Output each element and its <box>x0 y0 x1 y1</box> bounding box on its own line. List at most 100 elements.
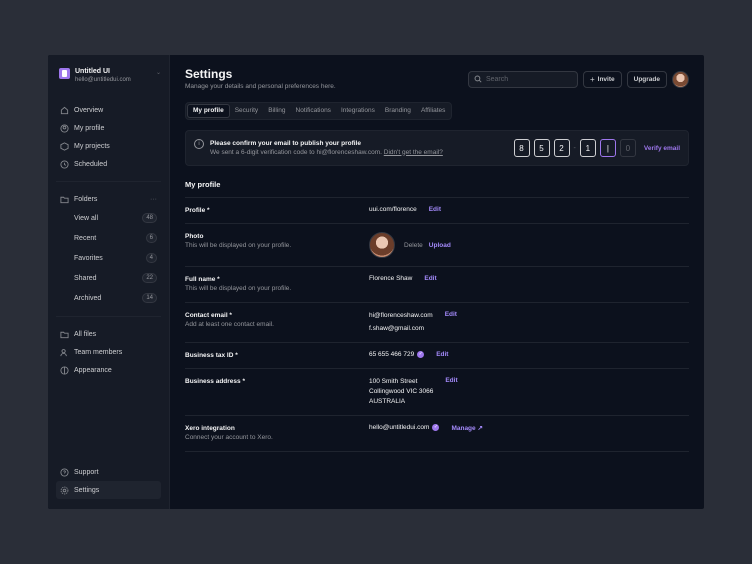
contact-email-row: Contact email * Add at least one contact… <box>185 303 689 343</box>
edit-name-button[interactable]: Edit <box>424 275 436 282</box>
sidebar-item-all-files[interactable]: All files <box>56 325 161 343</box>
code-digit[interactable]: 8 <box>513 139 530 157</box>
edit-tax-id-button[interactable]: Edit <box>436 351 448 358</box>
alert-description: We sent a 6-digit verification code to h… <box>210 148 443 158</box>
code-digit[interactable]: 2 <box>553 139 570 157</box>
brand-name: Untitled UI <box>75 68 110 75</box>
page-title: Settings <box>185 67 233 81</box>
field-label: Profile * <box>185 207 210 214</box>
field-label: Photo <box>185 233 204 240</box>
folder-label: Recent <box>74 234 97 242</box>
count-badge: 22 <box>142 273 157 283</box>
field-hint: This will be displayed on your profile. <box>185 285 292 292</box>
sidebar-item-label: Support <box>74 468 99 476</box>
folder-item-favorites[interactable]: Favorites 4 <box>56 248 161 268</box>
workspace-switcher[interactable]: Untitled UI hello@untitledui.com ⌄ <box>48 55 169 95</box>
profile-url: uui.com/florence <box>369 206 417 213</box>
folder-label: View all <box>74 214 98 222</box>
avatar[interactable] <box>672 70 689 88</box>
tab-integrations[interactable]: Integrations <box>336 104 380 118</box>
code-digit-active[interactable]: | <box>599 139 616 157</box>
contact-email-secondary: f.shaw@gmail.com <box>369 325 425 332</box>
tab-affiliates[interactable]: Affiliates <box>416 104 450 118</box>
edit-profile-button[interactable]: Edit <box>429 206 441 213</box>
tab-my-profile[interactable]: My profile <box>187 104 230 118</box>
code-digit[interactable]: 1 <box>579 139 596 157</box>
alert-desc-text: We sent a 6-digit verification code to h… <box>210 148 382 156</box>
address-line: 100 Smith Street <box>369 378 418 385</box>
verified-check-icon: ✓ <box>432 424 440 431</box>
search-placeholder: Search <box>485 75 509 83</box>
folder-item-archived[interactable]: Archived 14 <box>56 288 161 308</box>
folder-item-recent[interactable]: Recent 6 <box>56 228 161 248</box>
manage-xero-link[interactable]: Manage ↗ <box>451 424 482 432</box>
folders-nav: Folders ··· View all 48 Recent 6 Favorit… <box>48 190 169 308</box>
delete-photo-button[interactable]: Delete <box>404 242 423 249</box>
field-label: Full name * <box>185 276 220 283</box>
search-icon <box>474 75 482 83</box>
edit-email-button[interactable]: Edit <box>445 311 457 318</box>
sidebar-item-label: Overview <box>74 106 104 114</box>
contrast-icon <box>60 365 69 375</box>
sidebar-item-label: My projects <box>74 142 110 150</box>
sidebar-divider <box>56 181 161 182</box>
sidebar-divider <box>56 316 161 317</box>
folder-label: Favorites <box>74 254 103 262</box>
cube-icon <box>60 141 69 151</box>
sidebar-item-appearance[interactable]: Appearance <box>56 361 161 379</box>
sidebar-footer: Support Settings <box>56 463 161 499</box>
folder-item-view-all[interactable]: View all 48 <box>56 208 161 228</box>
tab-notifications[interactable]: Notifications <box>291 104 336 118</box>
verify-email-button[interactable]: Verify email <box>644 145 680 152</box>
invite-label: Invite <box>597 75 615 83</box>
code-digit[interactable]: 0 <box>619 139 636 157</box>
address-line: AUSTRALIA <box>369 398 406 405</box>
sidebar-item-support[interactable]: Support <box>56 463 161 481</box>
sidebar-item-label: Team members <box>74 348 123 356</box>
sidebar-item-my-profile[interactable]: My profile <box>56 119 161 137</box>
sidebar-item-label: Appearance <box>74 366 112 374</box>
gear-icon <box>60 486 69 495</box>
sidebar-item-label: My profile <box>74 124 105 132</box>
brand-email: hello@untitledui.com <box>75 77 131 83</box>
field-label: Business tax ID * <box>185 352 238 359</box>
xero-row: Xero integration Connect your account to… <box>185 416 689 452</box>
address-line: Collingwood VIC 3066 <box>369 388 434 395</box>
tab-billing[interactable]: Billing <box>263 104 290 118</box>
tab-branding[interactable]: Branding <box>380 104 416 118</box>
edit-address-button[interactable]: Edit <box>445 377 457 384</box>
user-icon <box>60 123 69 133</box>
alert-title: Please confirm your email to publish you… <box>210 139 361 147</box>
tax-id-value: 65 655 466 729 <box>369 351 415 358</box>
clock-icon <box>60 159 69 169</box>
more-icon[interactable]: ··· <box>150 196 157 203</box>
address-row: Business address * 100 Smith Street Coll… <box>185 369 689 416</box>
field-label: Contact email * <box>185 312 232 319</box>
settings-tabs: My profile Security Billing Notification… <box>185 102 453 120</box>
help-icon <box>60 467 69 477</box>
sidebar-item-team-members[interactable]: Team members <box>56 343 161 361</box>
plus-icon: + <box>589 74 595 84</box>
sidebar-item-scheduled[interactable]: Scheduled <box>56 155 161 173</box>
tab-security[interactable]: Security <box>230 104 263 118</box>
sidebar-item-overview[interactable]: Overview <box>56 101 161 119</box>
upgrade-button[interactable]: Upgrade <box>626 70 667 88</box>
settings-main: Settings Manage your details and persona… <box>170 55 704 509</box>
brand-logo <box>59 68 70 79</box>
search-input[interactable]: Search <box>467 70 578 88</box>
invite-button[interactable]: + Invite <box>582 70 622 88</box>
xero-email: hello@untitledui.com <box>369 424 430 431</box>
folder-item-shared[interactable]: Shared 22 <box>56 268 161 288</box>
primary-nav: Overview My profile My projects Schedule… <box>48 95 169 173</box>
page-subtitle: Manage your details and personal prefere… <box>185 83 336 90</box>
code-digit[interactable]: 5 <box>533 139 550 157</box>
upload-photo-button[interactable]: Upload <box>429 242 451 249</box>
resend-email-link[interactable]: Didn't get the email? <box>384 149 443 156</box>
count-badge: 4 <box>145 253 157 263</box>
sidebar-item-my-projects[interactable]: My projects <box>56 137 161 155</box>
count-badge: 14 <box>142 293 157 303</box>
folder-icon <box>60 195 69 204</box>
sidebar-item-folders[interactable]: Folders ··· <box>56 190 161 208</box>
count-badge: 48 <box>142 213 157 223</box>
sidebar-item-settings[interactable]: Settings <box>56 481 161 499</box>
